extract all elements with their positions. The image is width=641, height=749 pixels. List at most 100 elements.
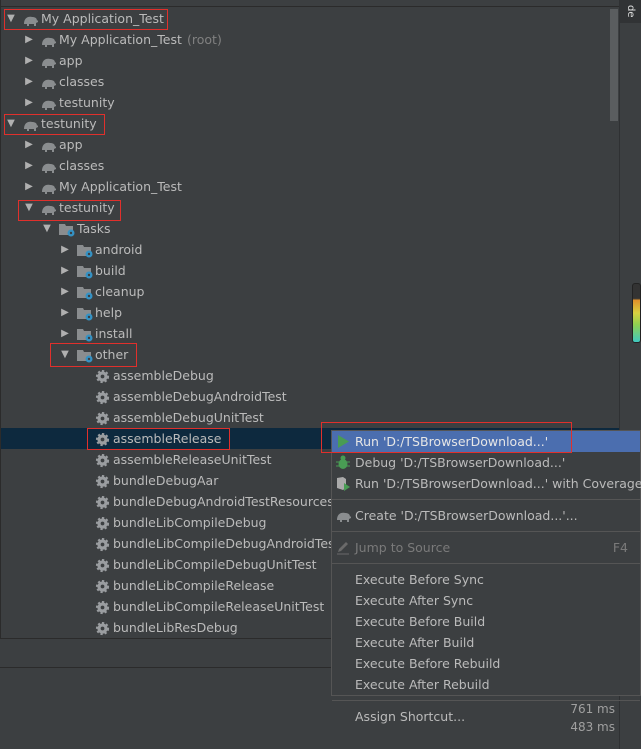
tree-node[interactable]: ▼ testunity bbox=[1, 113, 620, 134]
tree-node[interactable]: assembleDebugAndroidTest bbox=[1, 386, 620, 407]
tree-node-label: other bbox=[95, 347, 129, 362]
menu-item[interactable]: Execute Before Rebuild bbox=[332, 653, 640, 674]
expand-arrow-right-icon[interactable]: ▶ bbox=[23, 71, 35, 92]
expand-arrow-right-icon[interactable]: ▶ bbox=[23, 29, 35, 50]
tree-node[interactable]: ▼ testunity bbox=[1, 197, 620, 218]
menu-item[interactable]: Run 'D:/TSBrowserDownload...' with Cover… bbox=[332, 473, 641, 494]
tree-node-label: help bbox=[95, 305, 123, 320]
expand-arrow-right-icon[interactable]: ▶ bbox=[23, 50, 35, 71]
tree-node[interactable]: ▶ classes bbox=[1, 155, 620, 176]
tree-node[interactable]: ▶ build bbox=[1, 260, 620, 281]
menu-item[interactable]: Execute After Build bbox=[332, 632, 640, 653]
menu-item[interactable]: Create 'D:/TSBrowserDownload...'... bbox=[332, 505, 640, 526]
tree-node[interactable]: assembleDebugUnitTest bbox=[1, 407, 620, 428]
pencil-icon bbox=[336, 540, 350, 555]
menu-item-label: Assign Shortcut... bbox=[355, 709, 466, 724]
tree-node-label: assembleDebugUnitTest bbox=[113, 410, 264, 425]
tree-scrollbar[interactable] bbox=[610, 9, 618, 121]
expand-arrow-down-icon[interactable]: ▼ bbox=[5, 8, 17, 29]
menu-item-label: Execute Before Sync bbox=[355, 572, 484, 587]
expand-arrow-right-icon[interactable]: ▶ bbox=[23, 134, 35, 155]
menu-item-shortcut: F4 bbox=[612, 540, 628, 555]
menu-item-label: Execute After Build bbox=[355, 635, 475, 650]
tree-node-label: cleanup bbox=[95, 284, 145, 299]
expand-arrow-right-icon[interactable]: ▶ bbox=[59, 302, 71, 323]
side-tool-tab[interactable]: de bbox=[620, 0, 641, 23]
tree-node[interactable]: ▶ testunity bbox=[1, 92, 620, 113]
expand-arrow-right-icon[interactable]: ▶ bbox=[59, 323, 71, 344]
tree-node[interactable]: ▶ app bbox=[1, 134, 620, 155]
menu-item-label: Create 'D:/TSBrowserDownload...'... bbox=[355, 508, 578, 523]
gradle-elephant-icon bbox=[41, 180, 57, 194]
menu-item[interactable]: Run 'D:/TSBrowserDownload...' bbox=[332, 431, 640, 452]
gradle-elephant-icon bbox=[23, 12, 39, 26]
expand-arrow-right-icon[interactable]: ▶ bbox=[59, 260, 71, 281]
tree-node-label: android bbox=[95, 242, 143, 257]
tree-node-label: assembleDebugAndroidTest bbox=[113, 389, 287, 404]
expand-arrow-down-icon[interactable]: ▼ bbox=[5, 113, 17, 134]
tree-node[interactable]: ▶ android bbox=[1, 239, 620, 260]
task-folder-icon bbox=[59, 222, 75, 237]
gradle-elephant-icon bbox=[41, 138, 57, 152]
gear-icon bbox=[95, 432, 111, 447]
debug-bug-icon bbox=[336, 455, 350, 470]
task-folder-icon bbox=[77, 264, 93, 279]
gear-icon bbox=[95, 558, 111, 573]
tree-node-label: My Application_Test bbox=[41, 11, 164, 26]
gear-icon bbox=[95, 516, 111, 531]
tree-node-label: bundleLibResDebug bbox=[113, 620, 238, 635]
context-menu[interactable]: Run 'D:/TSBrowserDownload...' Debug 'D:/T… bbox=[331, 430, 641, 724]
menu-item-label: Run 'D:/TSBrowserDownload...' with Cover… bbox=[355, 476, 641, 491]
tree-node[interactable]: ▶ My Application_Test bbox=[1, 176, 620, 197]
menu-item[interactable]: Execute Before Sync bbox=[332, 569, 640, 590]
panel-divider bbox=[0, 667, 331, 668]
expand-arrow-right-icon[interactable]: ▶ bbox=[23, 155, 35, 176]
tree-node-label: assembleReleaseUnitTest bbox=[113, 452, 272, 467]
gear-icon bbox=[95, 621, 111, 636]
menu-item[interactable]: Execute Before Build bbox=[332, 611, 640, 632]
gear-icon bbox=[95, 390, 111, 405]
tree-node-label: bundleDebugAar bbox=[113, 473, 219, 488]
tree-node[interactable]: ▶ My Application_Test (root) bbox=[1, 29, 620, 50]
expand-arrow-right-icon[interactable]: ▶ bbox=[23, 176, 35, 197]
expand-arrow-right-icon[interactable]: ▶ bbox=[59, 281, 71, 302]
tree-node[interactable]: ▶ app bbox=[1, 50, 620, 71]
gradle-elephant-icon bbox=[41, 201, 57, 215]
tree-node-label: app bbox=[59, 137, 83, 152]
menu-separator bbox=[332, 700, 640, 701]
tree-node-label: testunity bbox=[41, 116, 97, 131]
tree-node-label: bundleLibCompileRelease bbox=[113, 578, 275, 593]
task-folder-icon bbox=[77, 243, 93, 258]
tree-node-label: classes bbox=[59, 74, 105, 89]
tree-node[interactable]: assembleDebug bbox=[1, 365, 620, 386]
gear-icon bbox=[95, 474, 111, 489]
expand-arrow-down-icon[interactable]: ▼ bbox=[23, 197, 35, 218]
gradle-elephant-icon bbox=[23, 117, 39, 131]
task-folder-icon bbox=[77, 306, 93, 321]
tree-node[interactable]: ▶ install bbox=[1, 323, 620, 344]
expand-arrow-down-icon[interactable]: ▼ bbox=[59, 344, 71, 365]
menu-item[interactable]: Debug 'D:/TSBrowserDownload...' bbox=[332, 452, 640, 473]
menu-separator bbox=[332, 499, 640, 500]
gear-icon bbox=[95, 411, 111, 426]
gradle-elephant-icon bbox=[41, 54, 57, 68]
tree-node[interactable]: ▼ My Application_Test bbox=[1, 8, 620, 29]
expand-arrow-right-icon[interactable]: ▶ bbox=[23, 92, 35, 113]
menu-item[interactable]: Execute After Sync bbox=[332, 590, 640, 611]
expand-arrow-right-icon[interactable]: ▶ bbox=[59, 239, 71, 260]
tree-node[interactable]: ▶ classes bbox=[1, 71, 620, 92]
tree-node[interactable]: ▶ cleanup bbox=[1, 281, 620, 302]
tree-node-label: assembleDebug bbox=[113, 368, 214, 383]
tree-node-label: bundleDebugAndroidTestResources bbox=[113, 494, 334, 509]
tree-node[interactable]: ▼ Tasks bbox=[1, 218, 620, 239]
tree-node-label: testunity bbox=[59, 200, 115, 215]
expand-arrow-down-icon[interactable]: ▼ bbox=[41, 218, 53, 239]
gear-icon bbox=[95, 537, 111, 552]
tree-node[interactable]: ▶ help bbox=[1, 302, 620, 323]
menu-item[interactable]: Execute After Rebuild bbox=[332, 674, 640, 695]
menu-item-label: Execute Before Rebuild bbox=[355, 656, 501, 671]
menu-item-label: Execute After Sync bbox=[355, 593, 474, 608]
tree-node-suffix: (root) bbox=[187, 32, 222, 47]
menu-item[interactable]: Assign Shortcut... bbox=[332, 706, 640, 727]
tree-node[interactable]: ▼ other bbox=[1, 344, 620, 365]
